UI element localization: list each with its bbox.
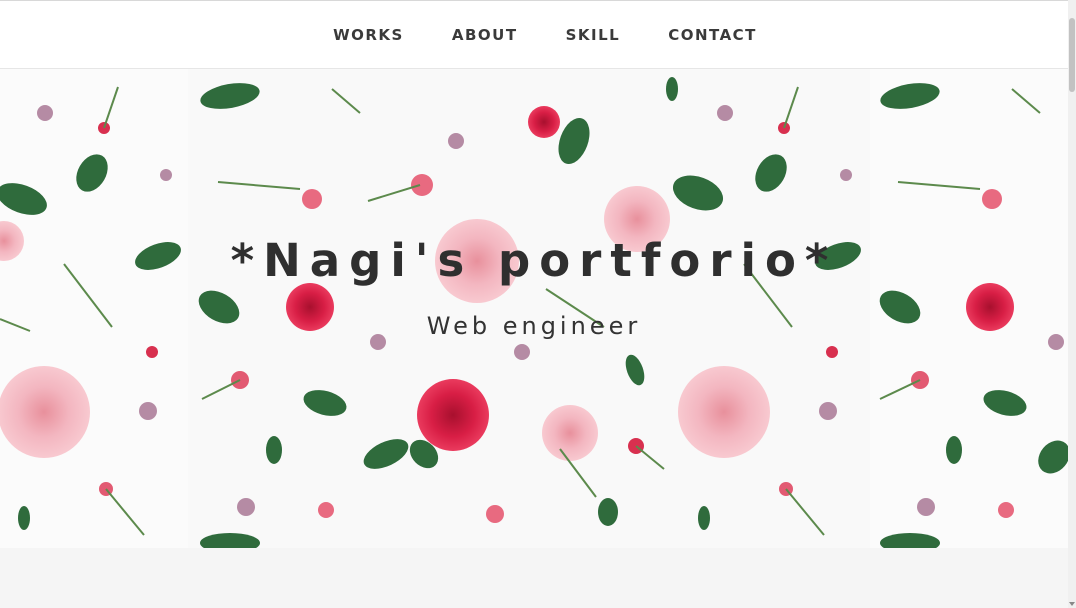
scroll-down-arrow-icon[interactable]	[1069, 602, 1075, 606]
nav-contact-link[interactable]: CONTACT	[668, 26, 757, 44]
top-navbar: WORKS ABOUT SKILL CONTACT	[0, 0, 1068, 69]
vertical-scrollbar[interactable]	[1068, 0, 1076, 608]
nav-menu: WORKS ABOUT SKILL CONTACT	[333, 26, 757, 44]
scrollbar-thumb[interactable]	[1069, 18, 1075, 92]
hero-title: *Nagi's portforio*	[230, 234, 838, 287]
nav-skill-link[interactable]: SKILL	[566, 26, 621, 44]
hero-text-block: *Nagi's portforio* Web engineer	[0, 69, 1068, 548]
hero-subtitle: Web engineer	[426, 312, 642, 340]
hero-section: *Nagi's portforio* Web engineer	[0, 69, 1068, 548]
nav-works-link[interactable]: WORKS	[333, 26, 404, 44]
nav-about-link[interactable]: ABOUT	[452, 26, 518, 44]
